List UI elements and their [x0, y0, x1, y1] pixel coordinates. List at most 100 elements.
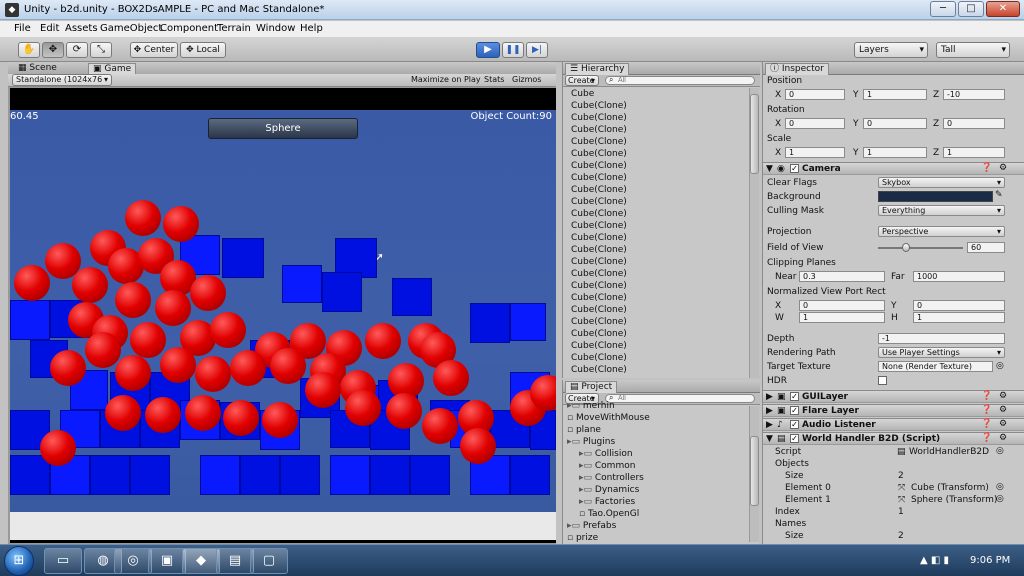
project-item[interactable]: ▸▭ merhin — [565, 400, 745, 412]
explorer-taskbar-icon[interactable]: ▭ — [44, 548, 82, 574]
flarelayer-component-header[interactable]: ▶ ▣ ✓ Flare Layer ❓ ⚙ — [763, 404, 1024, 417]
hierarchy-item[interactable]: Cube(Clone) — [571, 208, 746, 220]
project-item[interactable]: ▫ plane — [565, 424, 745, 436]
audiolistener-component-header[interactable]: ▶ ♪ ✓ Audio Listener ❓ ⚙ — [763, 418, 1024, 431]
scale-y-field[interactable]: 1 — [863, 147, 927, 158]
viewport-h-field[interactable]: 1 — [913, 312, 1005, 323]
fov-slider-knob[interactable] — [902, 243, 911, 252]
settings-gear-icon[interactable]: ⚙ — [999, 419, 1007, 429]
help-icon[interactable]: ❓ — [981, 433, 992, 443]
position-y-field[interactable]: 1 — [863, 89, 927, 100]
hierarchy-item[interactable]: Cube(Clone) — [571, 364, 746, 376]
settings-gear-icon[interactable]: ⚙ — [999, 391, 1007, 401]
menu-file[interactable]: File — [14, 23, 31, 34]
background-color-swatch[interactable] — [878, 191, 993, 202]
hierarchy-item[interactable]: Cube(Clone) — [571, 232, 746, 244]
position-z-field[interactable]: -10 — [943, 89, 1005, 100]
settings-gear-icon[interactable]: ⚙ — [999, 405, 1007, 415]
worldhandler-component-header[interactable]: ▼ ▤ ✓ World Handler B2D (Script) ❓ ⚙ — [763, 432, 1024, 445]
hierarchy-item[interactable]: Cube(Clone) — [571, 316, 746, 328]
settings-gear-icon[interactable]: ⚙ — [999, 433, 1007, 443]
project-item[interactable]: ▸▭ Controllers — [565, 472, 745, 484]
menu-edit[interactable]: Edit — [40, 23, 59, 34]
maximize-button[interactable]: □ — [958, 1, 984, 17]
far-field[interactable]: 1000 — [913, 271, 1005, 282]
project-item[interactable]: ▸▭ Common — [565, 460, 745, 472]
project-item[interactable]: ▫ prize — [565, 532, 745, 542]
tab-hierarchy[interactable]: ☰ Hierarchy — [565, 63, 630, 75]
position-x-field[interactable]: 0 — [785, 89, 845, 100]
rotation-x-field[interactable]: 0 — [785, 118, 845, 129]
project-item[interactable]: ▸▭ Prefabs — [565, 520, 745, 532]
guilayer-enabled-checkbox[interactable]: ✓ — [790, 392, 799, 401]
hierarchy-item[interactable]: Cube(Clone) — [571, 280, 746, 292]
script-picker-icon[interactable]: ◎ — [996, 446, 1004, 456]
menu-window[interactable]: Window — [256, 23, 295, 34]
element1-value[interactable]: Sphere (Transform) — [911, 495, 997, 505]
project-item[interactable]: ▫ Tao.OpenGl — [565, 508, 745, 520]
camera-enabled-checkbox[interactable]: ✓ — [790, 164, 799, 173]
projection-dropdown[interactable]: Perspective — [878, 226, 1005, 237]
stats-toggle[interactable]: Stats — [484, 75, 504, 84]
gizmos-dropdown[interactable]: Gizmos — [512, 75, 541, 84]
rotation-y-field[interactable]: 0 — [863, 118, 927, 129]
help-icon[interactable]: ❓ — [981, 391, 992, 401]
objects-foldout[interactable]: Objects — [775, 459, 809, 469]
hierarchy-scroll-thumb[interactable] — [750, 94, 759, 174]
help-icon[interactable]: ❓ — [981, 405, 992, 415]
worldhandler-enabled-checkbox[interactable]: ✓ — [790, 434, 799, 443]
hierarchy-item[interactable]: Cube(Clone) — [571, 352, 746, 364]
menu-assets[interactable]: Assets — [65, 23, 98, 34]
project-scroll-thumb[interactable] — [750, 436, 759, 506]
hierarchy-item[interactable]: Cube(Clone) — [571, 328, 746, 340]
index-value[interactable]: 1 — [898, 507, 904, 517]
camera-component-header[interactable]: ▼ ◉ ✓ Camera ❓ ⚙ — [763, 162, 1024, 175]
hierarchy-item[interactable]: Cube(Clone) — [571, 244, 746, 256]
pivot-center-button[interactable]: ✥ Center — [130, 42, 178, 58]
game-viewport[interactable]: 60.45 Sphere Object Count:90 ➚ — [10, 88, 556, 543]
viewport-y-field[interactable]: 0 — [913, 300, 1005, 311]
near-field[interactable]: 0.3 — [799, 271, 885, 282]
tab-project[interactable]: ▤ Project — [565, 381, 618, 393]
viewport-w-field[interactable]: 1 — [799, 312, 885, 323]
space-local-button[interactable]: ✥ Local — [180, 42, 226, 58]
element1-picker-icon[interactable]: ◎ — [996, 494, 1004, 504]
depth-field[interactable]: -1 — [878, 333, 1005, 344]
culling-mask-dropdown[interactable]: Everything — [878, 205, 1005, 216]
rendering-path-dropdown[interactable]: Use Player Settings — [878, 347, 1005, 358]
project-item[interactable]: ▸▭ Factories — [565, 496, 745, 508]
fov-field[interactable]: 60 — [967, 242, 1005, 253]
audiolistener-enabled-checkbox[interactable]: ✓ — [790, 420, 799, 429]
element0-value[interactable]: Cube (Transform) — [911, 483, 989, 493]
hdr-checkbox[interactable] — [878, 376, 887, 385]
play-button[interactable]: ▶ — [476, 42, 500, 58]
menu-gameobject[interactable]: GameObject — [100, 23, 162, 34]
hierarchy-scrollbar[interactable] — [749, 88, 759, 378]
minimize-button[interactable]: ─ — [930, 1, 956, 17]
scale-x-field[interactable]: 1 — [785, 147, 845, 158]
fov-slider-track[interactable] — [878, 243, 963, 252]
menu-terrain[interactable]: Terrain — [217, 23, 251, 34]
hierarchy-item[interactable]: Cube(Clone) — [571, 340, 746, 352]
chrome-taskbar-icon[interactable]: ◎ — [114, 548, 152, 574]
hierarchy-item[interactable]: Cube(Clone) — [571, 196, 746, 208]
layout-dropdown[interactable]: Tall — [936, 42, 1010, 58]
element0-picker-icon[interactable]: ◎ — [996, 482, 1004, 492]
tray-icons[interactable]: ▲ ◧ ▮ — [920, 555, 949, 566]
menu-help[interactable]: Help — [300, 23, 323, 34]
help-icon[interactable]: ❓ — [981, 419, 992, 429]
hierarchy-item[interactable]: Cube(Clone) — [571, 172, 746, 184]
window-taskbar-icon[interactable]: ▢ — [250, 548, 288, 574]
hierarchy-item[interactable]: Cube(Clone) — [571, 160, 746, 172]
hierarchy-item[interactable]: Cube(Clone) — [571, 268, 746, 280]
hierarchy-item[interactable]: Cube(Clone) — [571, 304, 746, 316]
target-texture-field[interactable]: None (Render Texture) — [878, 361, 993, 372]
hierarchy-item[interactable]: Cube(Clone) — [571, 112, 746, 124]
hierarchy-item[interactable]: Cube(Clone) — [571, 100, 746, 112]
menu-component[interactable]: Component — [160, 23, 218, 34]
hierarchy-item[interactable]: Cube(Clone) — [571, 184, 746, 196]
rotation-z-field[interactable]: 0 — [943, 118, 1005, 129]
hierarchy-item[interactable]: Cube(Clone) — [571, 220, 746, 232]
unity-taskbar-icon[interactable]: ◆ — [182, 548, 220, 574]
hierarchy-item[interactable]: Cube(Clone) — [571, 124, 746, 136]
